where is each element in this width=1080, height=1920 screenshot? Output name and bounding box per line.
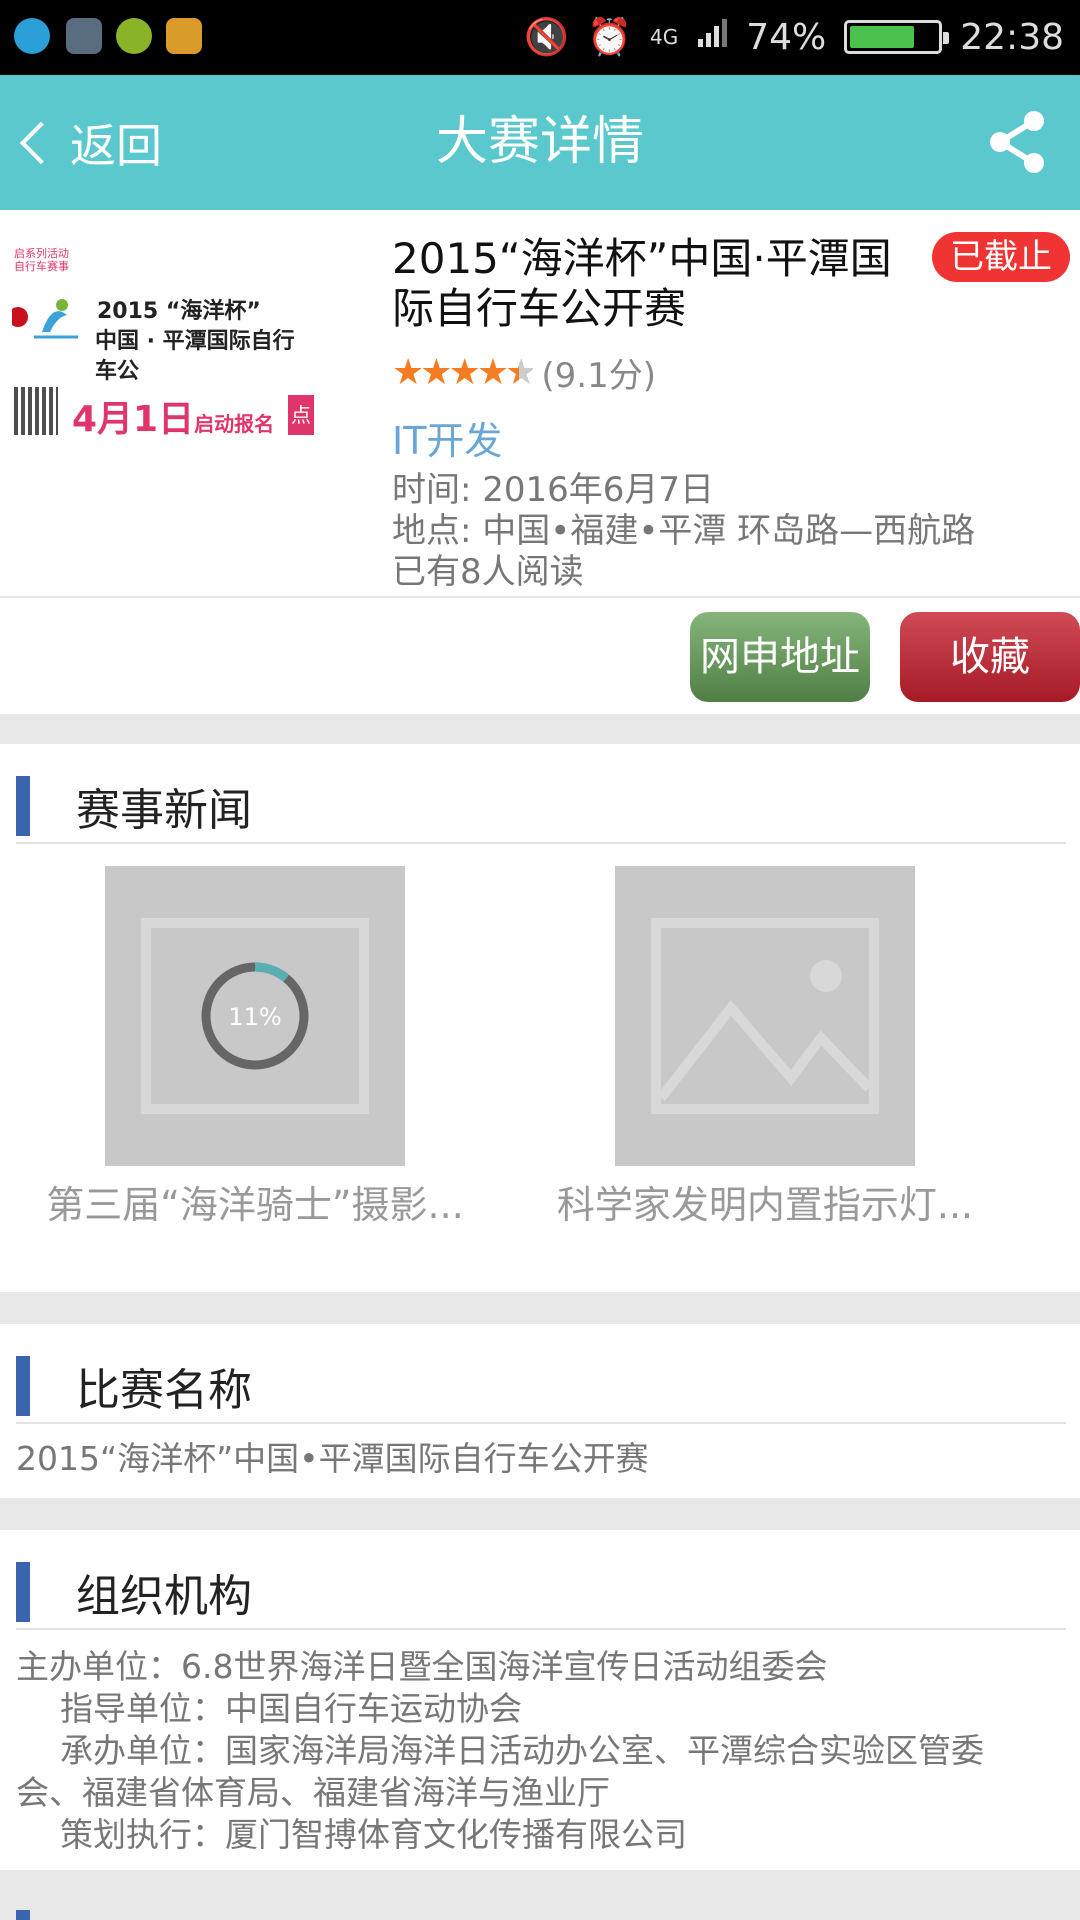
page-title: 大赛详情 [435,112,644,172]
event-title: 2015“海洋杯”中国·平潭国际自行车公开赛 [392,234,892,333]
battery-fill [850,26,914,48]
news-caption: 第三届“海洋骑士”摄影... [46,1183,464,1227]
news-item[interactable]: 11% 第三届“海洋骑士”摄影... [46,866,464,1227]
competition-name-section: 比赛名称 2015“海洋杯”中国•平潭国际自行车公开赛 [0,1324,1080,1498]
app-notification-icon [116,18,152,54]
section-divider [16,1422,1066,1424]
organization-section: 组织机构 主办单位：6.8世界海洋日暨全国海洋宣传日活动组委会 指导单位：中国自… [0,1530,1080,1870]
qr-code-icon [14,387,58,435]
section-marker [16,776,30,836]
star-icon: ★ [392,352,424,393]
poster-date: 4月1日启动报名 [72,390,274,442]
poster-title: 2015 “海洋杯” 中国 · 平潭国际自行车公 [95,297,314,387]
section-title: 赛事新闻 [76,785,252,836]
section-header: 组织机构 [0,1530,1080,1630]
planning-line: 策划执行：厦门智搏体育文化传播有限公司 [60,1815,687,1854]
section-header: 比赛名称 [0,1324,1080,1424]
share-icon[interactable] [984,109,1050,175]
battery-icon [844,20,950,54]
section-marker [16,1356,30,1416]
event-poster[interactable]: 启系列活动 自行车赛事 2015 “海洋杯” 中国 · 平潭国际自行车公 4月1… [12,232,314,644]
battery-percent: 74% [746,16,827,58]
news-item[interactable]: 科学家发明内置指示灯... [557,866,973,1227]
next-section-marker [16,1910,30,1920]
event-read-count: 已有8人阅读 [392,552,584,592]
title-bar: 大赛详情 返回 [0,75,1080,210]
mute-icon: 🔇 [524,17,570,58]
gallery-notification-icon [166,18,202,54]
star-icon: ★ [476,352,509,393]
rating-score: (9.1分) [541,356,657,396]
status-badge: 已截止 [932,232,1070,282]
guidance-line: 指导单位：中国自行车运动协会 [60,1689,522,1728]
signal-icon [696,17,728,58]
news-thumbnail [615,866,915,1166]
poster-logo-icon [12,299,78,339]
half-star-icon: ★ [505,352,537,393]
favorite-button[interactable]: 收藏 [900,612,1080,702]
section-divider [16,1628,1066,1630]
section-marker [16,1562,30,1622]
rating: ★ ★ ★ ★ ★ (9.1分) [392,348,656,397]
undertaker-line-cont: 会、福建省体育局、福建省海洋与渔业厅 [16,1773,610,1812]
news-thumbnail: 11% [105,866,405,1166]
loading-progress-ring: 11% [201,962,309,1070]
section-divider [16,842,1066,844]
screenshot-notification-icon [66,18,102,54]
star-icon: ★ [420,352,452,393]
clock: 22:38 [960,16,1064,58]
section-header: 赛事新闻 [0,744,1080,844]
section-title: 组织机构 [76,1571,252,1622]
poster-title-line2: 中国 · 平潭国际自行车公 [95,329,295,384]
alarm-icon: ⏰ [587,17,632,58]
poster-date-sub: 启动报名 [194,412,275,436]
apply-address-button[interactable]: 网申地址 [690,612,870,702]
event-category[interactable]: IT开发 [392,410,502,465]
poster-date-main: 4月1日 [72,399,195,440]
chevron-left-icon [19,121,63,164]
card-divider [0,596,1080,598]
organizer-line: 主办单位：6.8世界海洋日暨全国海洋宣传日活动组委会 [16,1647,828,1686]
organization-text: 主办单位：6.8世界海洋日暨全国海洋宣传日活动组委会 指导单位：中国自行车运动协… [16,1646,1064,1856]
status-bar: 🔇 ⏰ 4G 74% 22:38 [0,0,1080,75]
back-button[interactable]: 返回 [16,75,162,210]
mountain-icon [661,960,869,1102]
poster-small-text: 启系列活动 自行车赛事 [14,247,69,273]
network-type-label: 4G [650,25,679,49]
poster-button-label: 点 [288,395,314,435]
back-label: 返回 [70,118,162,173]
hotspot-notification-icon [14,18,50,54]
news-caption: 科学家发明内置指示灯... [556,1183,974,1227]
poster-title-line1: 2015 “海洋杯” [97,299,261,324]
loading-percent: 11% [228,1003,281,1031]
news-section: 赛事新闻 11% 第三届“海洋骑士”摄影... 科学家发明内置指示灯... [0,744,1080,1292]
competition-name-text: 2015“海洋杯”中国•平潭国际自行车公开赛 [16,1439,649,1478]
star-icon: ★ [448,352,481,393]
undertaker-line: 承办单位：国家海洋局海洋日活动办公室、平潭综合实验区管委 [60,1731,984,1770]
section-title: 比赛名称 [76,1365,252,1416]
